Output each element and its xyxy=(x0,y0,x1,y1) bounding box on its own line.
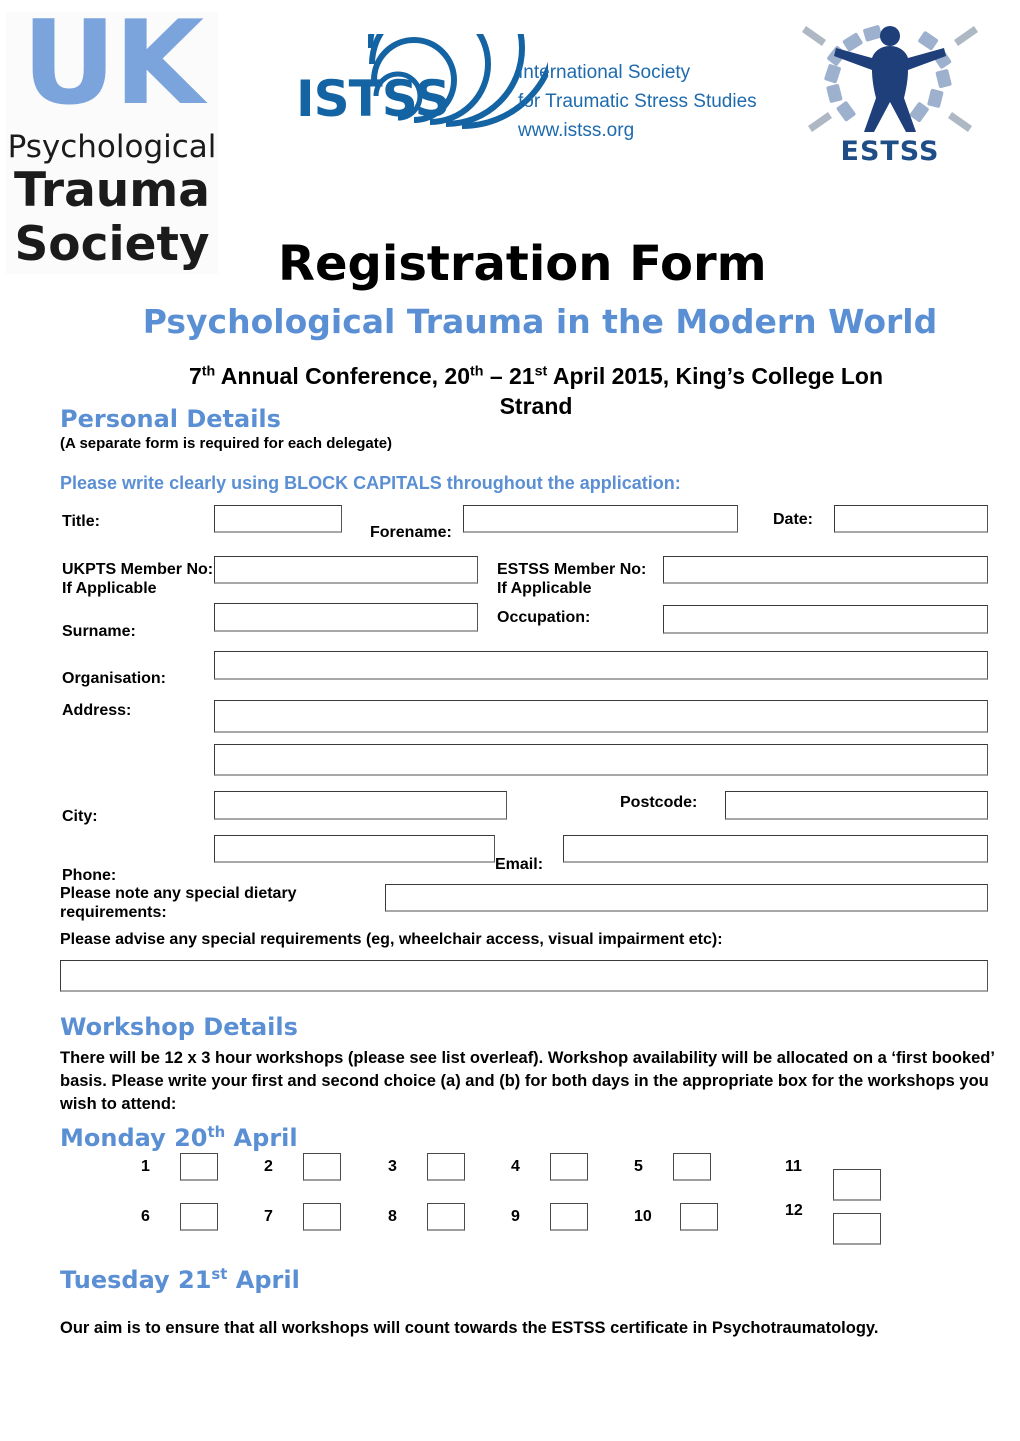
forename-label: Forename: xyxy=(370,524,452,541)
monday-heading: Monday 20th April xyxy=(60,1123,298,1152)
estss-member-input[interactable] xyxy=(663,556,988,584)
workshop-number-1: 1 xyxy=(141,1158,150,1175)
estss-member-label-line1: ESTSS Member No: xyxy=(497,561,647,578)
ukpts-logo: UK Psychological Trauma Society xyxy=(6,6,218,274)
address-line1-input[interactable] xyxy=(214,700,988,733)
email-label: Email: xyxy=(495,856,544,873)
workshop-input-3[interactable] xyxy=(427,1153,465,1181)
tuesday-heading: Tuesday 21st April xyxy=(60,1265,300,1294)
istss-website-text: www.istss.org xyxy=(518,120,635,141)
workshop-number-12: 12 xyxy=(785,1202,803,1219)
special-requirements-label: Please advise any special requirements (… xyxy=(60,931,723,948)
workshop-input-7[interactable] xyxy=(303,1203,341,1231)
date-label: Date: xyxy=(773,511,814,528)
title-label: Title: xyxy=(62,513,100,530)
workshop-details-heading: Workshop Details xyxy=(60,1013,298,1041)
email-input[interactable] xyxy=(563,835,988,863)
workshop-number-6: 6 xyxy=(141,1208,150,1225)
delegate-note: (A separate form is required for each de… xyxy=(60,435,393,452)
ukpts-member-input[interactable] xyxy=(214,556,478,584)
surname-input[interactable] xyxy=(214,603,478,632)
address-label: Address: xyxy=(62,702,132,719)
page-subtitle: Psychological Trauma in the Modern World xyxy=(142,302,938,341)
istss-tagline-line1: International Society xyxy=(518,62,691,83)
workshop-number-3: 3 xyxy=(388,1158,397,1175)
workshop-number-9: 9 xyxy=(511,1208,520,1225)
personal-details-heading: Personal Details xyxy=(60,405,281,433)
organisation-label: Organisation: xyxy=(62,670,167,687)
workshop-number-10: 10 xyxy=(634,1208,652,1225)
registration-form-page: UK Psychological Trauma Society ISTSS In… xyxy=(0,0,1020,1441)
address-line2-input[interactable] xyxy=(214,744,988,776)
page-title: Registration Form xyxy=(278,236,767,292)
workshop-input-10[interactable] xyxy=(680,1203,718,1231)
phone-input[interactable] xyxy=(214,835,495,863)
city-label: City: xyxy=(62,808,98,825)
istss-logo: ISTSS International Society for Traumati… xyxy=(296,34,757,172)
workshop-input-8[interactable] xyxy=(427,1203,465,1231)
ukpts-psychological-text: Psychological xyxy=(7,129,217,165)
workshop-input-1[interactable] xyxy=(180,1153,218,1181)
dietary-input[interactable] xyxy=(385,884,988,912)
workshop-input-6[interactable] xyxy=(180,1203,218,1231)
special-requirements-input[interactable] xyxy=(60,960,988,992)
conference-line: 7th Annual Conference, 20th – 21st April… xyxy=(189,363,883,389)
surname-label: Surname: xyxy=(62,623,136,640)
occupation-input[interactable] xyxy=(663,605,988,634)
istss-tagline-line2: for Traumatic Stress Studies xyxy=(518,91,757,112)
workshop-number-5: 5 xyxy=(634,1158,643,1175)
phone-label: Phone: xyxy=(62,867,117,884)
estss-member-label: ESTSS Member No: If Applicable xyxy=(497,560,667,598)
workshop-number-11: 11 xyxy=(785,1158,802,1175)
workshop-input-9[interactable] xyxy=(550,1203,588,1231)
workshop-input-2[interactable] xyxy=(303,1153,341,1181)
city-input[interactable] xyxy=(214,791,507,820)
ukpts-member-label-line1: UKPTS Member No: xyxy=(62,561,214,578)
ukpts-member-label-line2: If Applicable xyxy=(62,580,157,597)
forename-input[interactable] xyxy=(463,505,738,533)
workshop-intro-text: There will be 12 x 3 hour workshops (ple… xyxy=(60,1049,995,1113)
istss-acronym-text: ISTSS xyxy=(296,70,450,128)
workshop-input-12[interactable] xyxy=(833,1213,881,1245)
organisation-input[interactable] xyxy=(214,651,988,680)
estss-logo: ESTSS xyxy=(800,14,980,186)
workshop-input-11[interactable] xyxy=(833,1169,881,1201)
workshop-number-2: 2 xyxy=(264,1158,273,1175)
ukpts-trauma-text: Trauma xyxy=(14,163,210,218)
workshop-number-7: 7 xyxy=(264,1208,273,1225)
estss-acronym-text: ESTSS xyxy=(840,136,940,167)
block-capitals-note: Please write clearly using BLOCK CAPITAL… xyxy=(60,473,681,493)
estss-member-label-line2: If Applicable xyxy=(497,580,592,597)
workshop-number-4: 4 xyxy=(511,1158,520,1175)
aim-text: Our aim is to ensure that all workshops … xyxy=(60,1319,879,1337)
workshop-number-8: 8 xyxy=(388,1208,397,1225)
title-input[interactable] xyxy=(214,505,342,533)
ukpts-society-text: Society xyxy=(14,217,210,272)
postcode-label: Postcode: xyxy=(620,794,698,811)
occupation-label: Occupation: xyxy=(497,609,591,626)
workshop-input-5[interactable] xyxy=(673,1153,711,1181)
ukpts-member-label: UKPTS Member No: If Applicable xyxy=(62,560,232,598)
estss-figure-globe-icon xyxy=(802,25,978,132)
ukpts-uk-text: UK xyxy=(21,0,204,131)
date-input[interactable] xyxy=(834,505,988,533)
postcode-input[interactable] xyxy=(725,791,988,820)
workshop-input-4[interactable] xyxy=(550,1153,588,1181)
dietary-label: Please note any special dietary requirem… xyxy=(60,885,297,921)
